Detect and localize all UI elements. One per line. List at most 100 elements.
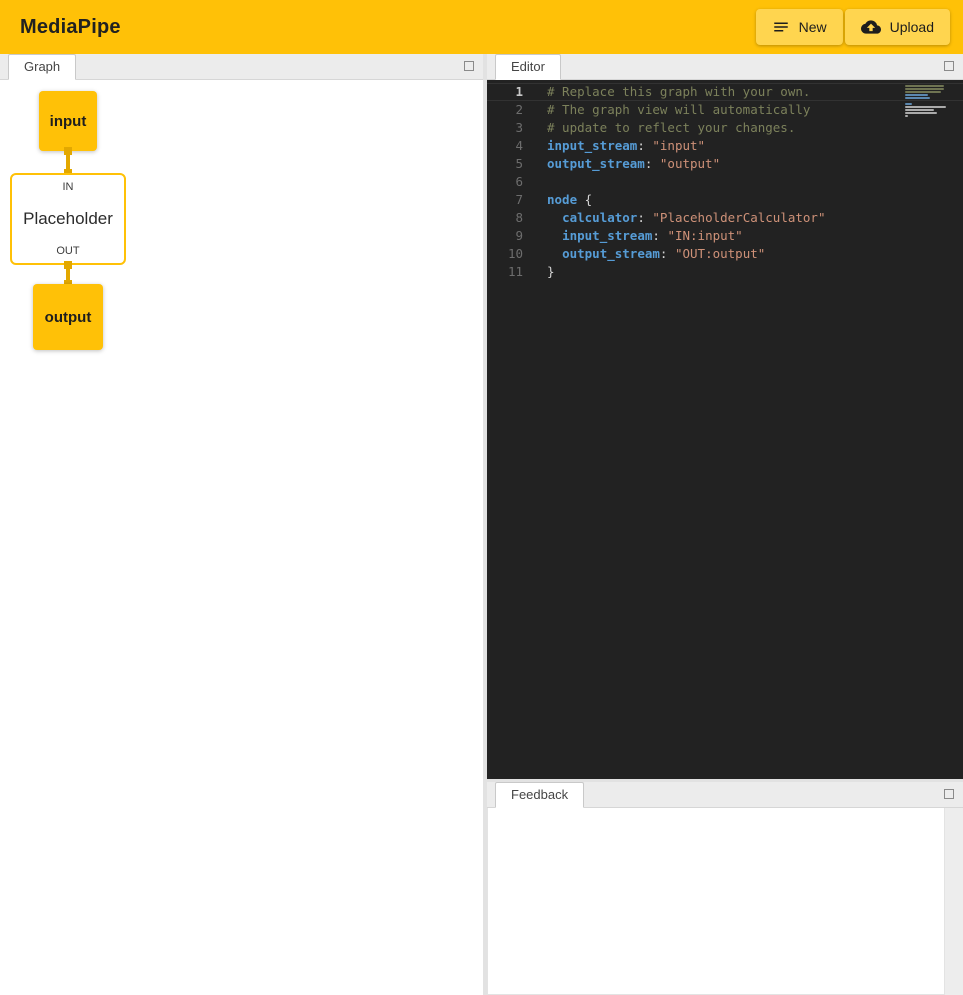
line-content: output_stream: "OUT:output" [523,245,765,263]
code-token: # Replace this graph with your own. [547,84,810,99]
code-line[interactable]: 11} [487,263,963,281]
upload-button[interactable]: Upload [845,9,950,45]
code-token: "IN:input" [667,228,742,243]
editor-maximize-icon[interactable] [944,61,954,71]
new-button-label: New [799,19,827,35]
minimap-line [905,106,946,108]
line-number: 10 [487,245,523,263]
editor-panel: Editor 1 # Replace this graph with your o… [487,54,963,779]
line-number: 1 [487,83,523,101]
graph-node-output-label: output [45,309,92,326]
code-line[interactable]: 6 [487,173,963,191]
line-number: 3 [487,119,523,137]
minimap-line [905,97,930,99]
code-line[interactable]: 3 # update to reflect your changes. [487,119,963,137]
code-token [547,210,562,225]
line-content: # Replace this graph with your own. [523,83,810,101]
minimap-line [905,112,937,114]
code-token: "output" [660,156,720,171]
new-button[interactable]: New [756,9,843,45]
code-line[interactable]: 7node { [487,191,963,209]
line-number: 6 [487,173,523,191]
feedback-content [487,808,945,995]
line-number: 5 [487,155,523,173]
code-line[interactable]: 2 # The graph view will automatically [487,101,963,119]
upload-button-label: Upload [890,19,934,35]
graph-node-placeholder[interactable]: IN Placeholder OUT [10,173,126,265]
code-token: } [547,264,555,279]
code-token: "input" [652,138,705,153]
placeholder-in-port-label: IN [63,181,74,193]
minimap-line [905,109,934,111]
code-line[interactable]: 8 calculator: "PlaceholderCalculator" [487,209,963,227]
editor-panel-header: Editor [487,54,963,80]
code-token: : [660,246,675,261]
code-token: # update to reflect your changes. [547,120,795,135]
graph-canvas[interactable]: input IN Placeholder OUT output [0,80,483,995]
minimap-line [905,85,944,87]
minimap-line [905,115,908,117]
feedback-body [487,808,963,995]
line-content: input_stream: "input" [523,137,705,155]
tab-feedback[interactable]: Feedback [495,782,584,808]
line-number: 11 [487,263,523,281]
graph-maximize-icon[interactable] [464,61,474,71]
minimap-line [905,94,928,96]
feedback-maximize-icon[interactable] [944,789,954,799]
graph-panel-header: Graph [0,54,483,80]
placeholder-out-port-label: OUT [56,245,79,257]
code-token: output_stream [547,156,645,171]
editor-minimap[interactable] [905,85,947,118]
line-content: # The graph view will automatically [523,101,810,119]
minimap-line [905,100,947,102]
line-content: calculator: "PlaceholderCalculator" [523,209,825,227]
code-token: : [637,138,652,153]
code-token: "OUT:output" [675,246,765,261]
code-line[interactable]: 10 output_stream: "OUT:output" [487,245,963,263]
graph-panel: Graph input IN Placeholder OUT output [0,54,483,995]
code-token: # The graph view will automatically [547,102,810,117]
line-content [523,173,547,191]
tab-editor[interactable]: Editor [495,54,561,80]
code-token: output_stream [562,246,660,261]
code-line[interactable]: 5output_stream: "output" [487,155,963,173]
line-number: 8 [487,209,523,227]
topbar: MediaPipe New Upload [0,0,963,54]
code-token: input_stream [562,228,652,243]
feedback-panel: Feedback [487,782,963,995]
line-content: output_stream: "output" [523,155,720,173]
workspace: Graph input IN Placeholder OUT output [0,54,963,995]
right-column: Editor 1 # Replace this graph with your o… [487,54,963,995]
line-number: 2 [487,101,523,119]
code-token: : [637,210,652,225]
code-lines: 1 # Replace this graph with your own. 2 # T… [487,83,963,281]
app-title: MediaPipe [20,16,121,39]
line-content: # update to reflect your changes. [523,119,795,137]
graph-node-output[interactable]: output [33,284,103,350]
code-token [547,228,562,243]
line-content: } [523,263,555,281]
graph-node-input[interactable]: input [39,91,97,151]
tab-graph[interactable]: Graph [8,54,76,80]
minimap-line [905,88,944,90]
code-token: : [652,228,667,243]
graph-node-input-label: input [50,113,87,130]
code-line[interactable]: 1 # Replace this graph with your own. [487,83,963,101]
code-editor[interactable]: 1 # Replace this graph with your own. 2 # T… [487,80,963,779]
code-token: input_stream [547,138,637,153]
code-token [547,246,562,261]
line-content: node { [523,191,592,209]
code-line[interactable]: 9 input_stream: "IN:input" [487,227,963,245]
code-line[interactable]: 4input_stream: "input" [487,137,963,155]
line-number: 4 [487,137,523,155]
code-token: : [645,156,660,171]
minimap-line [905,91,941,93]
minimap-line [905,103,912,105]
line-content: input_stream: "IN:input" [523,227,743,245]
code-token: "PlaceholderCalculator" [652,210,825,225]
code-token: calculator [562,210,637,225]
placeholder-node-title: Placeholder [23,209,113,229]
new-list-icon [772,18,790,36]
code-token: node [547,192,577,207]
line-number: 7 [487,191,523,209]
